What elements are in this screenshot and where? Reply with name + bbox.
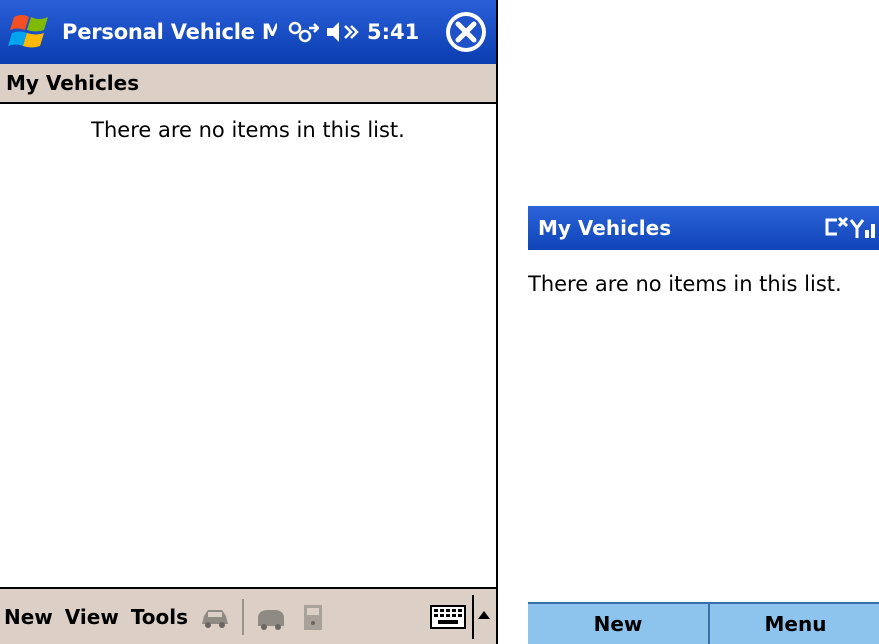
title-bar: Personal Vehicle Ma 5:41 (0, 0, 496, 64)
windows-start-flag-icon[interactable] (8, 11, 52, 53)
menu-tools[interactable]: Tools (131, 605, 188, 629)
chevron-up-icon[interactable] (476, 607, 492, 623)
app-title: Personal Vehicle Ma (62, 20, 277, 44)
fuel-pump-icon[interactable] (296, 602, 330, 632)
keyboard-icon[interactable] (430, 603, 466, 631)
menu-new[interactable]: New (4, 605, 53, 629)
toolbar-separator (242, 598, 245, 635)
connectivity-icon[interactable] (285, 18, 319, 46)
input-panel-separator (472, 595, 474, 639)
pocket-pc-window: Personal Vehicle Ma 5:41 My Vehicles The… (0, 0, 498, 644)
softkey-menu[interactable]: Menu (710, 604, 879, 644)
smartphone-window: My Vehicles There are no items in this l… (528, 206, 879, 644)
clock[interactable]: 5:41 (367, 20, 419, 44)
menu-view[interactable]: View (65, 605, 119, 629)
smartphone-title: My Vehicles (538, 216, 672, 240)
softkey-new[interactable]: New (528, 604, 710, 644)
close-icon (447, 13, 485, 51)
close-button[interactable] (446, 12, 486, 52)
page-title: My Vehicles (0, 64, 496, 104)
softkey-bar: New Menu (528, 602, 879, 644)
smartphone-title-bar: My Vehicles (528, 206, 879, 250)
car-icon[interactable] (198, 602, 232, 632)
volume-icon[interactable] (325, 18, 359, 46)
vehicle-icon[interactable] (254, 602, 288, 632)
menu-bar: New View Tools (0, 587, 496, 644)
empty-list-message: There are no items in this list. (91, 118, 405, 142)
smartphone-empty-list-message: There are no items in this list. (528, 272, 842, 296)
signal-status-icon (825, 216, 875, 238)
